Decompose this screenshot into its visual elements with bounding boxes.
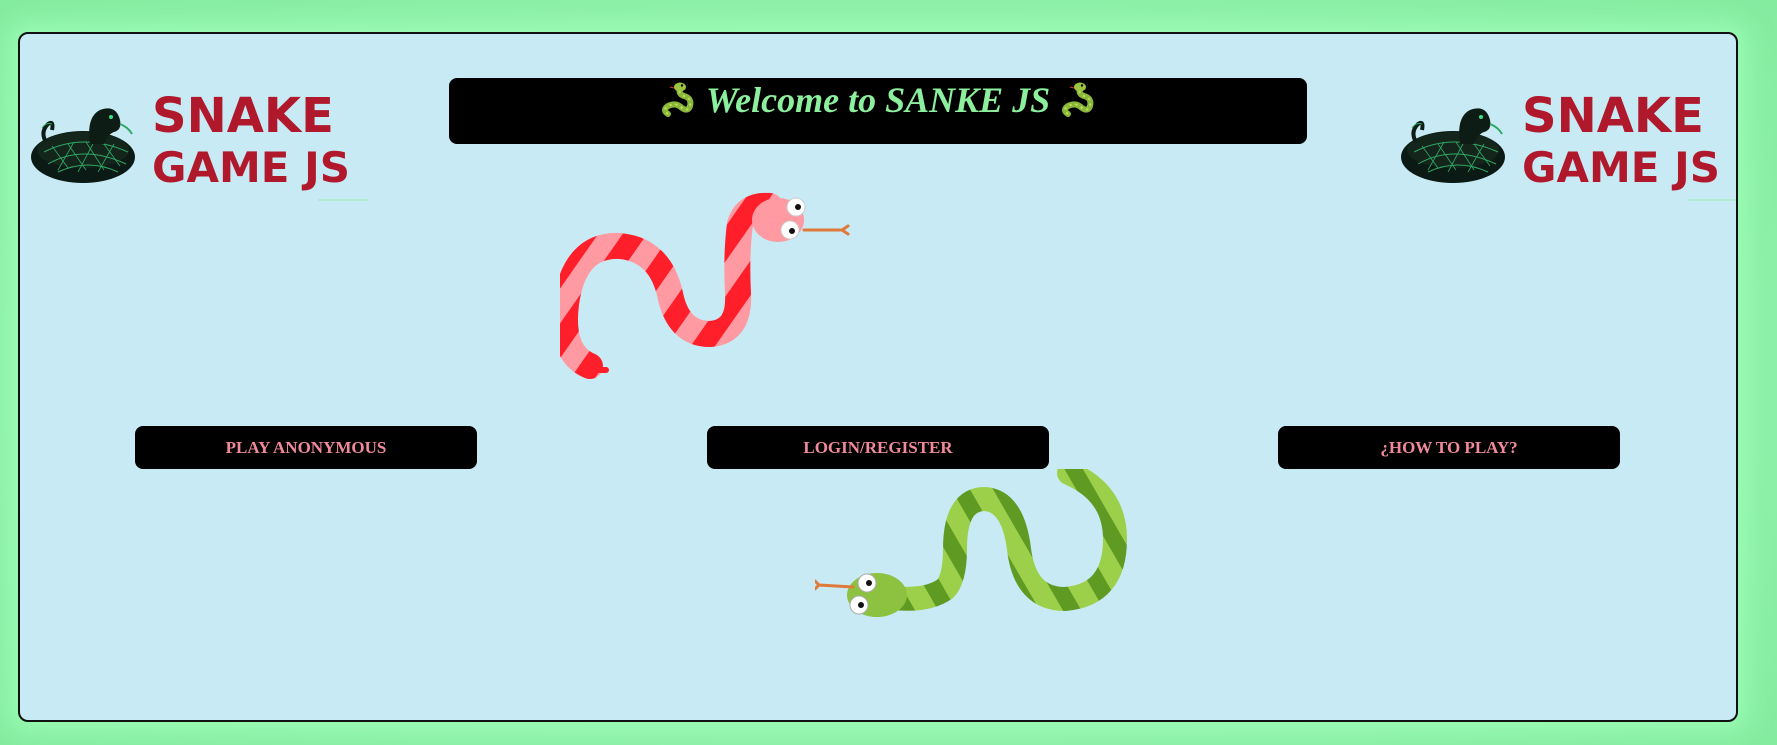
coiled-snake-icon: SNAKE GAME JS	[31, 88, 368, 201]
game-logo-left: SNAKE GAME JS	[28, 72, 368, 202]
logo-line-2: GAME JS	[152, 143, 350, 192]
logo-line-1: SNAKE	[152, 88, 334, 144]
red-snake-illustration	[560, 192, 850, 379]
snake-emoji-icon	[1062, 82, 1094, 117]
snake-emoji-icon	[661, 82, 694, 117]
coiled-snake-icon: SNAKE GAME JS	[1401, 88, 1736, 201]
page-title: Welcome to SANKE JS	[660, 78, 1096, 122]
login-register-button[interactable]: LOGIN/REGISTER	[707, 426, 1049, 469]
welcome-title-text: Welcome to SANKE JS	[705, 80, 1051, 120]
logo-line-2: GAME JS	[1522, 143, 1720, 192]
logo-line-1: SNAKE	[1522, 88, 1704, 144]
play-anonymous-button[interactable]: PLAY ANONYMOUS	[135, 426, 477, 469]
main-panel: SNAKE GAME JS SNAKE GAME JS Welcome to S…	[18, 32, 1738, 722]
welcome-banner: Welcome to SANKE JS	[449, 78, 1307, 144]
how-to-play-button[interactable]: ¿HOW TO PLAY?	[1278, 426, 1620, 469]
green-snake-illustration	[815, 469, 1128, 617]
game-logo-right: SNAKE GAME JS	[1398, 72, 1736, 202]
